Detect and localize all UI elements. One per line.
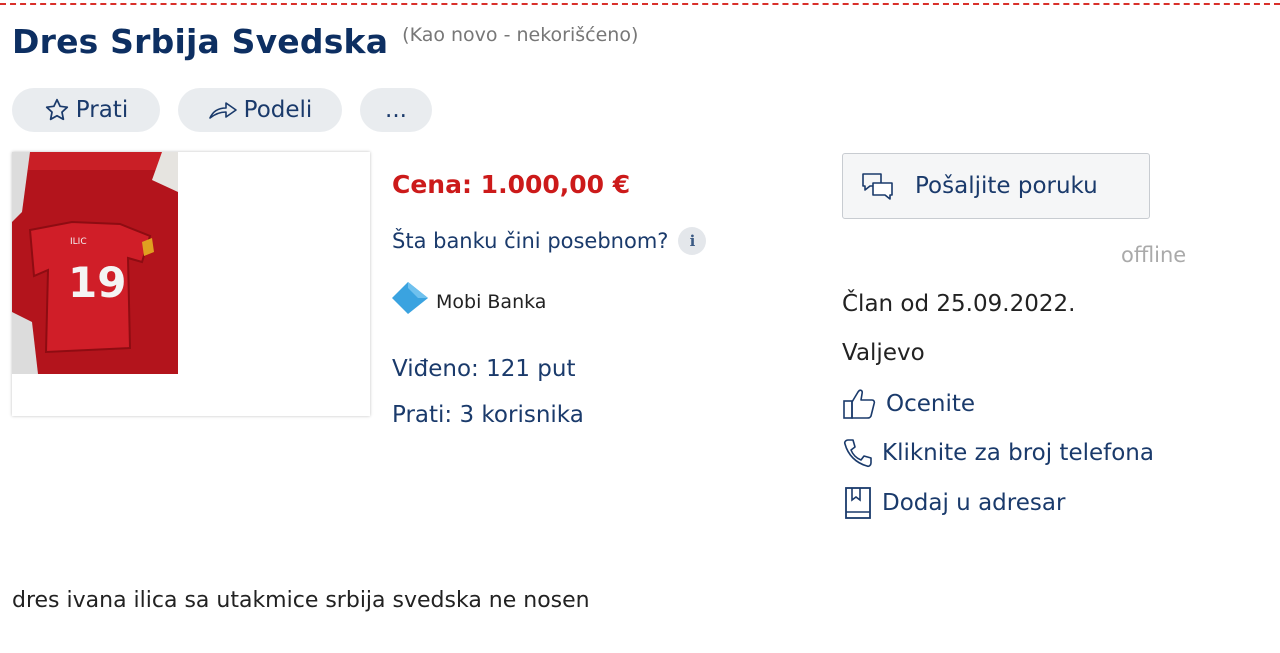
listing-description: dres ivana ilica sa utakmice srbija sved…: [12, 588, 590, 613]
send-message-label: Pošaljite poruku: [915, 173, 1098, 199]
send-message-button[interactable]: Pošaljite poruku: [842, 153, 1150, 219]
thumbs-up-icon: [843, 389, 876, 419]
star-icon: [45, 98, 68, 121]
bank-name: Mobi Banka: [436, 291, 547, 313]
jersey-name: ILIC: [70, 237, 87, 247]
follower-count: Prati: 3 korisnika: [392, 402, 584, 428]
rate-seller-link[interactable]: Ocenite: [842, 388, 975, 420]
chat-bubbles-icon: [862, 173, 893, 200]
more-options-button[interactable]: ...: [360, 88, 432, 132]
bank-question[interactable]: Šta banku čini posebnom? i: [392, 227, 707, 255]
add-to-addressbook-link[interactable]: Dodaj u adresar: [842, 486, 1065, 520]
jersey-number: 19: [68, 258, 126, 307]
phone-icon: [843, 439, 872, 468]
share-button[interactable]: Podeli: [178, 88, 342, 132]
mobi-banka-logo-icon: [392, 282, 428, 314]
member-since: Član od 25.09.2022.: [842, 291, 1076, 317]
seller-status: offline: [1121, 243, 1187, 267]
follow-button[interactable]: Prati: [12, 88, 160, 132]
more-label: ...: [385, 97, 407, 123]
rate-label: Ocenite: [886, 391, 976, 417]
listing-photo[interactable]: ILIC 19: [12, 152, 178, 374]
view-count: Viđeno: 121 put: [392, 356, 576, 382]
seller-city: Valjevo: [842, 340, 925, 366]
phone-label: Kliknite za broj telefona: [882, 440, 1154, 466]
info-icon[interactable]: i: [678, 227, 707, 255]
addressbook-label: Dodaj u adresar: [882, 490, 1066, 516]
top-divider: [0, 3, 1280, 5]
bank-question-label: Šta banku čini posebnom?: [392, 229, 669, 253]
show-phone-link[interactable]: Kliknite za broj telefona: [842, 437, 1154, 469]
bookmark-icon: [845, 487, 871, 519]
condition-label: (Kao novo - nekorišćeno): [402, 24, 639, 46]
listing-title: Dres Srbija Svedska: [12, 22, 389, 61]
price: Cena: 1.000,00 €: [392, 170, 631, 199]
share-label: Podeli: [243, 97, 313, 123]
follow-label: Prati: [75, 97, 129, 123]
listing-header: Dres Srbija Svedska (Kao novo - nekorišć…: [12, 22, 638, 61]
photo-gallery[interactable]: ILIC 19: [12, 152, 370, 416]
share-arrow-icon: [208, 102, 237, 119]
bank-logo[interactable]: Mobi Banka: [390, 280, 546, 316]
